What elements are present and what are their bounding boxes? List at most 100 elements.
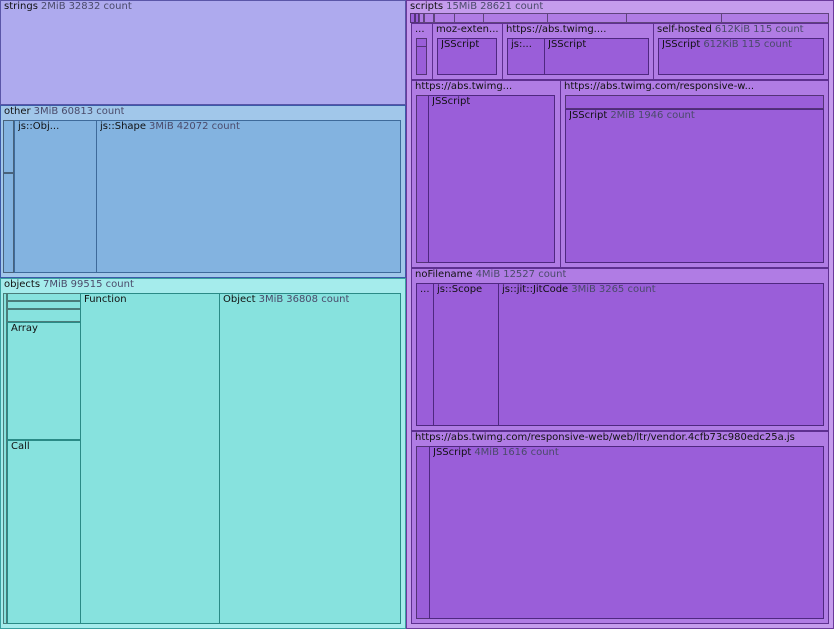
node-label: js::jit::JitCode 3MiB 3265 count — [502, 284, 656, 296]
treemap-node-vendor-sliver[interactable] — [416, 446, 430, 619]
node-name: scripts — [410, 1, 444, 12]
node-size: 4MiB — [474, 447, 499, 458]
node-name: JSScript — [441, 39, 480, 50]
node-name: https://abs.twimg.com/responsive-web/web… — [415, 432, 795, 443]
node-size: 3MiB — [571, 284, 596, 295]
node-size: 2MiB — [40, 1, 66, 12]
node-count: 60813 count — [61, 106, 125, 117]
node-count: 42072 count — [176, 121, 240, 132]
node-size: 2MiB — [610, 110, 635, 121]
node-label: strings 2MiB 32832 count — [4, 1, 132, 13]
node-label: https://abs.twimg... — [415, 81, 512, 93]
node-name: js::Scope — [437, 284, 483, 295]
node-size: 4MiB — [475, 269, 501, 280]
node-name: JSScript — [432, 96, 471, 107]
node-label: scripts 15MiB 28621 count — [410, 1, 543, 13]
treemap-node-abs3-jsscript[interactable]: JSScript 2MiB 1946 count — [565, 109, 824, 263]
node-label: noFilename 4MiB 12527 count — [415, 269, 566, 281]
treemap-node-nofilename-dots[interactable]: ... — [416, 283, 434, 426]
treemap-node-other-small-2[interactable] — [3, 173, 14, 273]
node-label: https://abs.twimg.com/responsive-w... — [564, 81, 754, 93]
node-label: JSScript 2MiB 1946 count — [569, 110, 695, 122]
node-name: https://abs.twimg.... — [506, 24, 607, 35]
treemap-node-script-tiny[interactable] — [626, 13, 722, 23]
node-label: objects 7MiB 99515 count — [4, 279, 134, 291]
node-name: js::Obj... — [18, 121, 60, 132]
node-label: https://abs.twimg.... — [506, 24, 606, 36]
node-name: js::Shape — [100, 121, 147, 132]
node-name: ... — [420, 284, 430, 295]
node-size: 3MiB — [33, 106, 59, 117]
treemap-node-jsobj[interactable]: js::Obj... — [14, 120, 97, 273]
node-name: noFilename — [415, 269, 473, 280]
node-name: JSScript — [433, 447, 472, 458]
node-count: 1616 count — [501, 447, 559, 458]
treemap-node-self-hosted-jsscript[interactable]: JSScript 612KiB 115 count — [658, 38, 824, 75]
node-count: 99515 count — [70, 279, 134, 290]
node-label: JSScript — [441, 39, 479, 51]
treemap-node-strings[interactable]: strings 2MiB 32832 count — [0, 0, 406, 105]
node-name: js::jit::JitCode — [502, 284, 569, 295]
node-name: https://abs.twimg... — [415, 81, 513, 92]
treemap-node-function[interactable]: Function — [80, 293, 220, 624]
treemap-node-abs1-js[interactable]: js:... — [507, 38, 545, 75]
treemap-node-moz-jsscript[interactable]: JSScript — [437, 38, 497, 75]
node-label: self-hosted 612KiB 115 count — [657, 24, 804, 36]
treemap-node-script-tiny[interactable] — [424, 13, 434, 23]
treemap-node-script-tiny[interactable] — [454, 13, 484, 23]
node-name: Function — [84, 294, 127, 305]
treemap-node-vendor-jsscript[interactable]: JSScript 4MiB 1616 count — [429, 446, 824, 619]
treemap-node-jsshape[interactable]: js::Shape 3MiB 42072 count — [96, 120, 401, 273]
treemap-node-abs2-jsscript[interactable]: JSScript — [428, 95, 555, 263]
treemap-node-object[interactable]: Object 3MiB 36808 count — [219, 293, 401, 624]
node-name: other — [4, 106, 31, 117]
node-name: Array — [11, 323, 38, 334]
node-name: objects — [4, 279, 41, 290]
node-label: js::Shape 3MiB 42072 count — [100, 121, 240, 133]
treemap-node-script-tiny[interactable] — [721, 13, 829, 23]
node-name: https://abs.twimg.com/responsive-w... — [564, 81, 755, 92]
node-label: Call — [11, 441, 30, 453]
treemap-node-objects-small[interactable] — [7, 301, 81, 309]
node-label: other 3MiB 60813 count — [4, 106, 124, 118]
node-name: strings — [4, 1, 38, 12]
treemap-node-array[interactable]: Array — [7, 322, 81, 440]
treemap-node-call[interactable]: Call — [7, 440, 81, 624]
treemap-node-other-small-1[interactable] — [3, 120, 14, 173]
treemap-node-jitcode[interactable]: js::jit::JitCode 3MiB 3265 count — [498, 283, 824, 426]
node-count: 3265 count — [598, 284, 656, 295]
node-name: JSScript — [662, 39, 701, 50]
node-label: JSScript — [548, 39, 586, 51]
treemap-node-objects-small[interactable] — [7, 309, 81, 322]
treemap-node-abs3-sliver[interactable] — [565, 95, 824, 109]
node-size: 15MiB — [446, 1, 478, 12]
treemap-node-script-tiny[interactable] — [434, 13, 455, 23]
node-name: JSScript — [569, 110, 608, 121]
node-label: JSScript 612KiB 115 count — [662, 39, 792, 51]
node-label: JSScript — [432, 96, 470, 108]
node-size: 3MiB — [149, 121, 174, 132]
node-count: 32832 count — [68, 1, 132, 12]
treemap-node-script-tiny[interactable] — [483, 13, 548, 23]
node-label: js::Scope — [437, 284, 482, 296]
node-label: js::Obj... — [18, 121, 59, 133]
node-count: 36808 count — [286, 294, 350, 305]
node-count: 12527 count — [503, 269, 567, 280]
node-label: Object 3MiB 36808 count — [223, 294, 349, 306]
node-name: ... — [415, 24, 425, 35]
node-name: Object — [223, 294, 256, 305]
treemap-node-script-tiny[interactable] — [547, 13, 627, 23]
node-name: Call — [11, 441, 30, 452]
treemap-node-js-scope[interactable]: js::Scope — [433, 283, 499, 426]
treemap-node-abs1-jsscript[interactable]: JSScript — [544, 38, 649, 75]
node-size: 612KiB — [714, 24, 751, 35]
node-size: 612KiB — [703, 39, 739, 50]
node-label: Array — [11, 323, 38, 335]
node-label: JSScript 4MiB 1616 count — [433, 447, 559, 459]
treemap-node-script-dots-child[interactable] — [416, 46, 427, 75]
node-count: 1946 count — [637, 110, 695, 121]
node-size: 7MiB — [43, 279, 68, 290]
node-count: 115 count — [753, 24, 804, 35]
treemap-node-objects-small[interactable] — [7, 293, 81, 301]
node-name: js:... — [511, 39, 532, 50]
